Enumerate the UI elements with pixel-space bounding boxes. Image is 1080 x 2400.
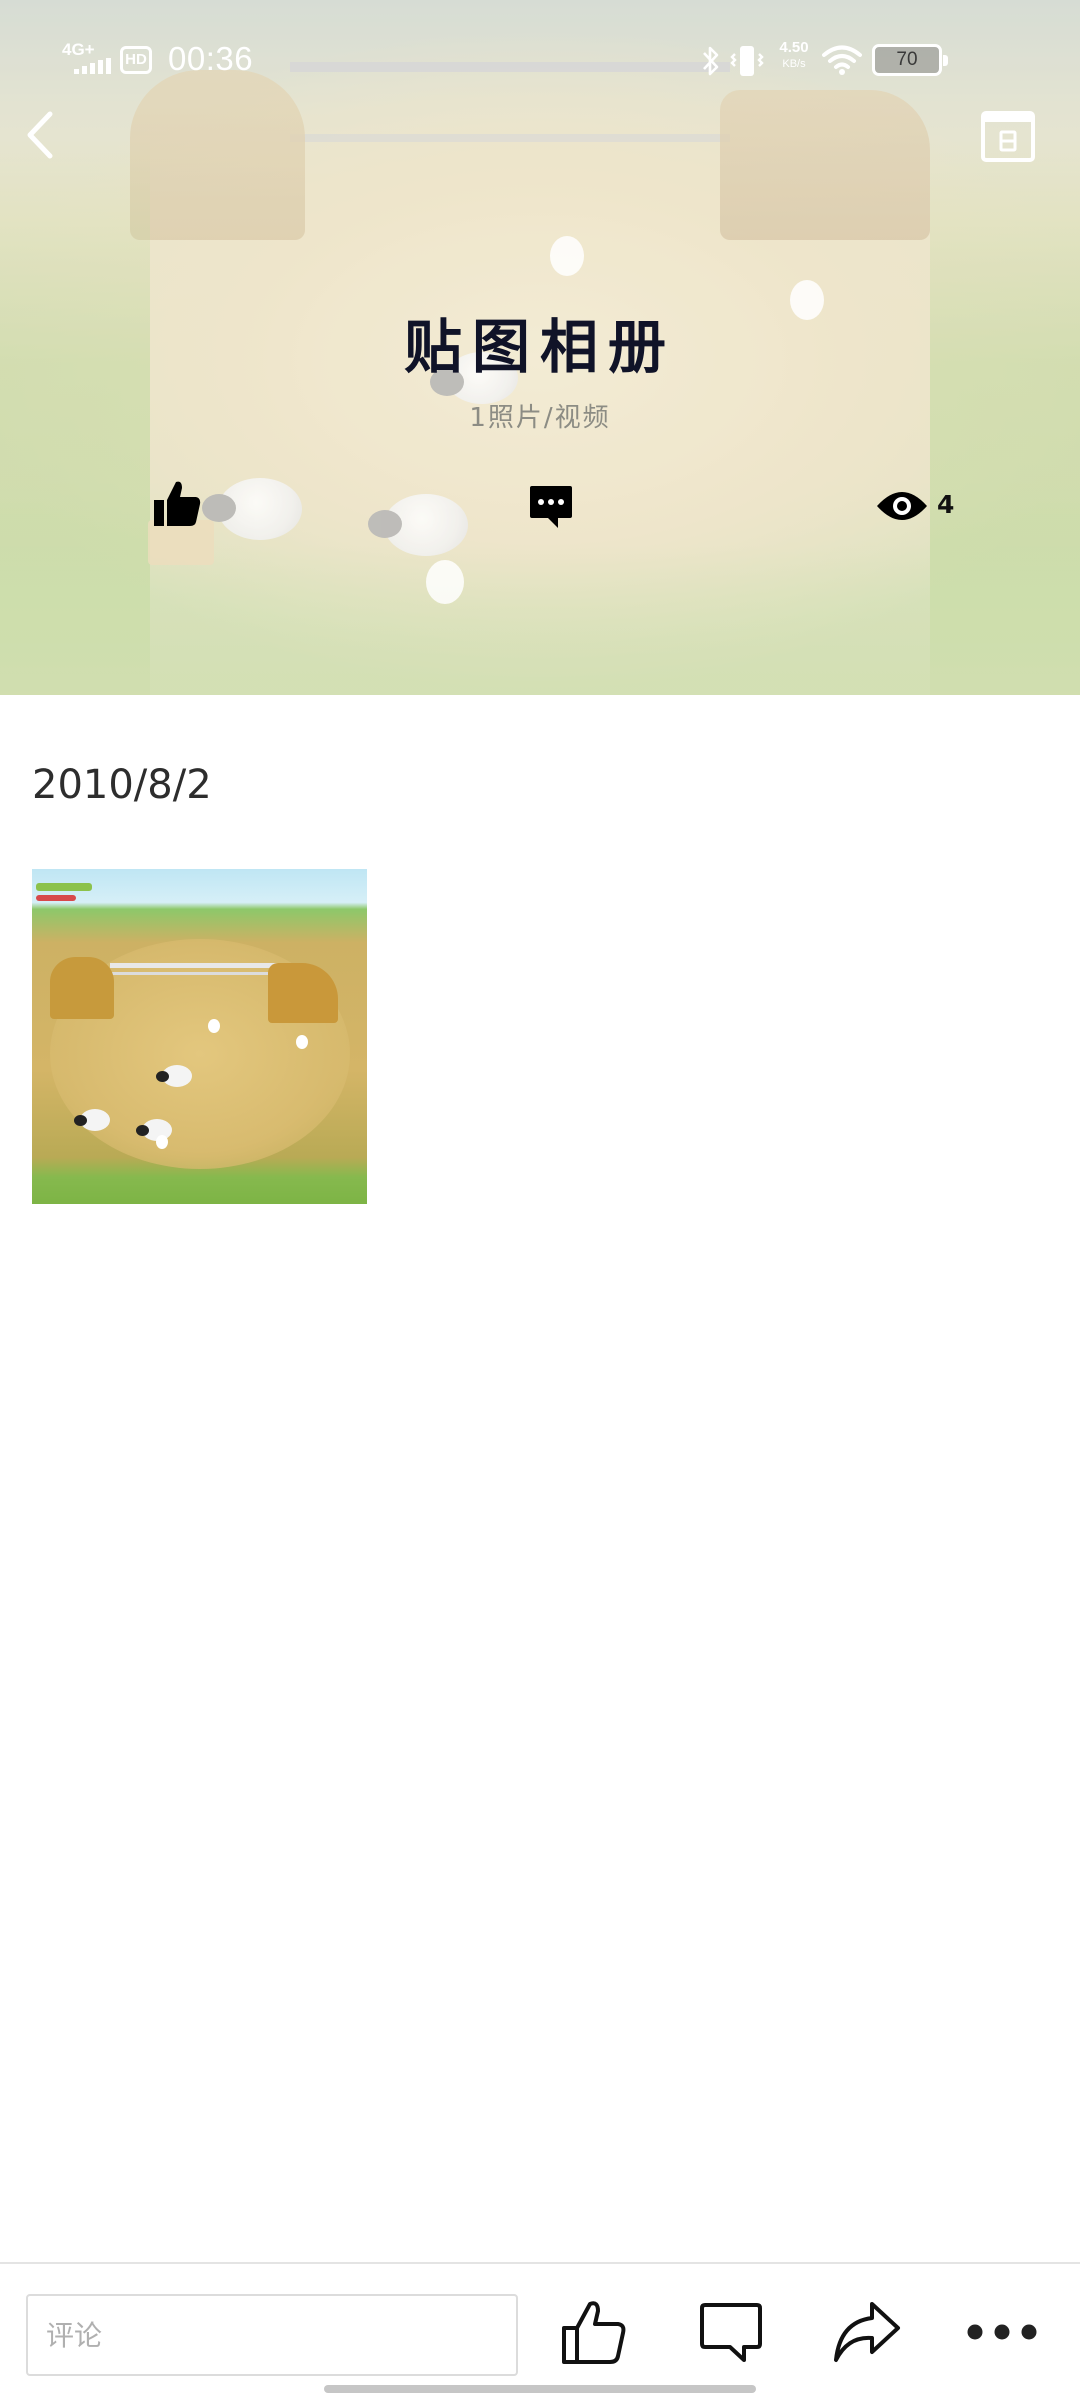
signal-icon: 4G+ [62, 40, 111, 76]
bluetooth-icon [703, 46, 719, 76]
hd-badge: HD [120, 46, 152, 74]
home-indicator[interactable] [324, 2385, 756, 2393]
share-icon [834, 2302, 900, 2362]
date-heading: 2010/8/2 [32, 762, 212, 808]
wifi-icon [822, 45, 862, 75]
comment-button[interactable] [528, 484, 574, 530]
eye-icon [877, 492, 927, 520]
like-button-bottom[interactable] [560, 2298, 628, 2366]
more-dots-icon [967, 2324, 1037, 2340]
comment-dots-icon [530, 486, 572, 528]
thumbs-up-outline-icon [562, 2301, 626, 2364]
photo-thumbnail[interactable] [32, 869, 367, 1204]
calendar-icon [981, 111, 1035, 162]
back-button[interactable] [18, 104, 62, 166]
comment-outline-icon [700, 2303, 762, 2362]
battery-icon: 70 [872, 44, 948, 76]
like-button[interactable] [152, 478, 202, 528]
view-count-number: 4 [937, 490, 955, 519]
album-title: 贴图相册 [403, 313, 676, 381]
bottom-toolbar [0, 2262, 1080, 2400]
more-button[interactable] [966, 2322, 1038, 2342]
status-time: 00:36 [168, 40, 254, 77]
back-chevron-icon [27, 111, 53, 159]
album-item-count: 1照片/视频 [469, 403, 611, 433]
comment-button-bottom[interactable] [698, 2302, 764, 2364]
comment-input[interactable] [26, 2294, 518, 2376]
share-button[interactable] [832, 2300, 902, 2364]
network-type: 4G+ [62, 40, 95, 59]
vibrate-icon [730, 46, 764, 76]
calendar-button[interactable] [980, 108, 1036, 164]
status-bar: 4G+ HD 00:36 4.50 KB/s 70 [0, 0, 1080, 120]
network-speed: 4.50 KB/s [779, 39, 809, 71]
thumbs-up-icon [154, 481, 201, 526]
